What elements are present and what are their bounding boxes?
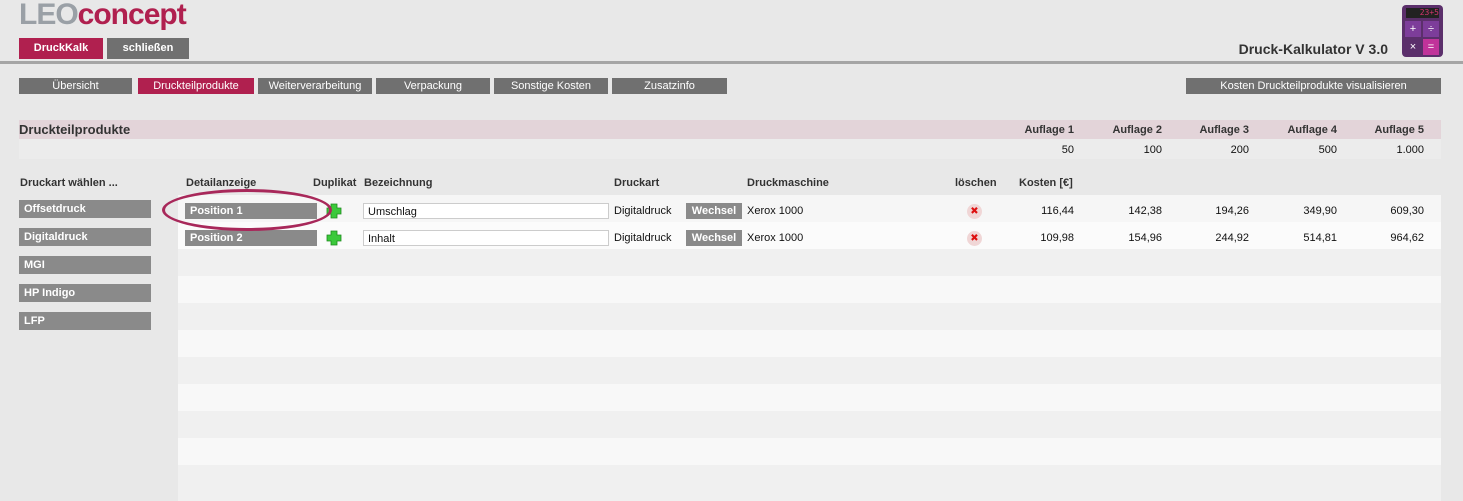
cost-auflage-3: 244,92 (1215, 232, 1249, 244)
col-kosten: Kosten [€] (1019, 177, 1073, 189)
header-divider (0, 61, 1463, 64)
auflage-5-header: Auflage 5 (1374, 124, 1424, 136)
close-button[interactable]: schließen (107, 38, 189, 59)
col-druckmaschine: Druckmaschine (747, 177, 829, 189)
cost-auflage-2: 154,96 (1128, 232, 1162, 244)
col-druckart: Druckart (614, 177, 660, 189)
delete-icon[interactable]: ✖ (967, 204, 982, 219)
cost-auflage-3: 194,26 (1215, 205, 1249, 217)
tab-weiterverarbeitung[interactable]: Weiterverarbeitung (258, 78, 372, 94)
wechsel-button[interactable]: Wechsel (686, 203, 742, 219)
auflage-1-value: 50 (1061, 144, 1074, 156)
auflage-4-value: 500 (1318, 144, 1337, 156)
druckart-lfp-button[interactable]: LFP (19, 312, 151, 330)
calculator-icon: 23+5 + ÷ × = (1402, 5, 1443, 57)
auflage-3-header: Auflage 3 (1199, 124, 1249, 136)
tab-verpackung[interactable]: Verpackung (376, 78, 490, 94)
druckart-mgi-button[interactable]: MGI (19, 256, 151, 274)
druckart-value: Digitaldruck (614, 205, 672, 217)
leoconcept-logo: LEOconcept (19, 0, 187, 31)
tab-uebersicht[interactable]: Übersicht (19, 78, 132, 94)
auflage-4-header: Auflage 4 (1287, 124, 1337, 136)
druckart-value: Digitaldruck (614, 232, 672, 244)
cost-auflage-4: 349,90 (1303, 205, 1337, 217)
visualize-costs-button[interactable]: Kosten Druckteilprodukte visualisieren (1186, 78, 1441, 94)
tab-zusatzinfo[interactable]: Zusatzinfo (612, 78, 727, 94)
auflage-2-value: 100 (1143, 144, 1162, 156)
duplicate-plus-icon[interactable] (326, 230, 342, 246)
delete-icon[interactable]: ✖ (967, 231, 982, 246)
cost-auflage-2: 142,38 (1128, 205, 1162, 217)
druckart-hp-indigo-button[interactable]: HP Indigo (19, 284, 151, 302)
app-title: Druck-Kalkulator V 3.0 (1238, 41, 1388, 57)
cost-auflage-5: 609,30 (1390, 205, 1424, 217)
tab-sonstige-kosten[interactable]: Sonstige Kosten (494, 78, 608, 94)
cost-auflage-1: 109,98 (1040, 232, 1074, 244)
bezeichnung-input[interactable]: Inhalt (363, 230, 609, 246)
druckmaschine-value: Xerox 1000 (747, 205, 804, 217)
druckmaschine-value: Xerox 1000 (747, 232, 804, 244)
tab-druckteilprodukte[interactable]: Druckteilprodukte (138, 78, 254, 94)
col-bezeichnung: Bezeichnung (364, 177, 433, 189)
cost-auflage-5: 964,62 (1390, 232, 1424, 244)
cost-auflage-1: 116,44 (1041, 205, 1074, 217)
auflage-2-header: Auflage 2 (1112, 124, 1162, 136)
druckart-select-header: Druckart wählen ... (20, 177, 118, 189)
auflage-3-value: 200 (1230, 144, 1249, 156)
position-2-button[interactable]: Position 2 (185, 230, 317, 246)
section-title: Druckteilprodukte (19, 122, 131, 137)
col-duplikat: Duplikat (313, 177, 357, 189)
col-detailanzeige: Detailanzeige (186, 177, 257, 189)
highlight-ellipse (162, 189, 332, 231)
auflage-1-header: Auflage 1 (1024, 124, 1074, 136)
druckkalk-button[interactable]: DruckKalk (19, 38, 103, 59)
wechsel-button[interactable]: Wechsel (686, 230, 742, 246)
druckart-digitaldruck-button[interactable]: Digitaldruck (19, 228, 151, 246)
cost-auflage-4: 514,81 (1303, 232, 1337, 244)
druckart-offsetdruck-button[interactable]: Offsetdruck (19, 200, 151, 218)
col-loeschen: löschen (955, 177, 997, 189)
auflage-5-value: 1.000 (1396, 144, 1424, 156)
bezeichnung-input[interactable]: Umschlag (363, 203, 609, 219)
